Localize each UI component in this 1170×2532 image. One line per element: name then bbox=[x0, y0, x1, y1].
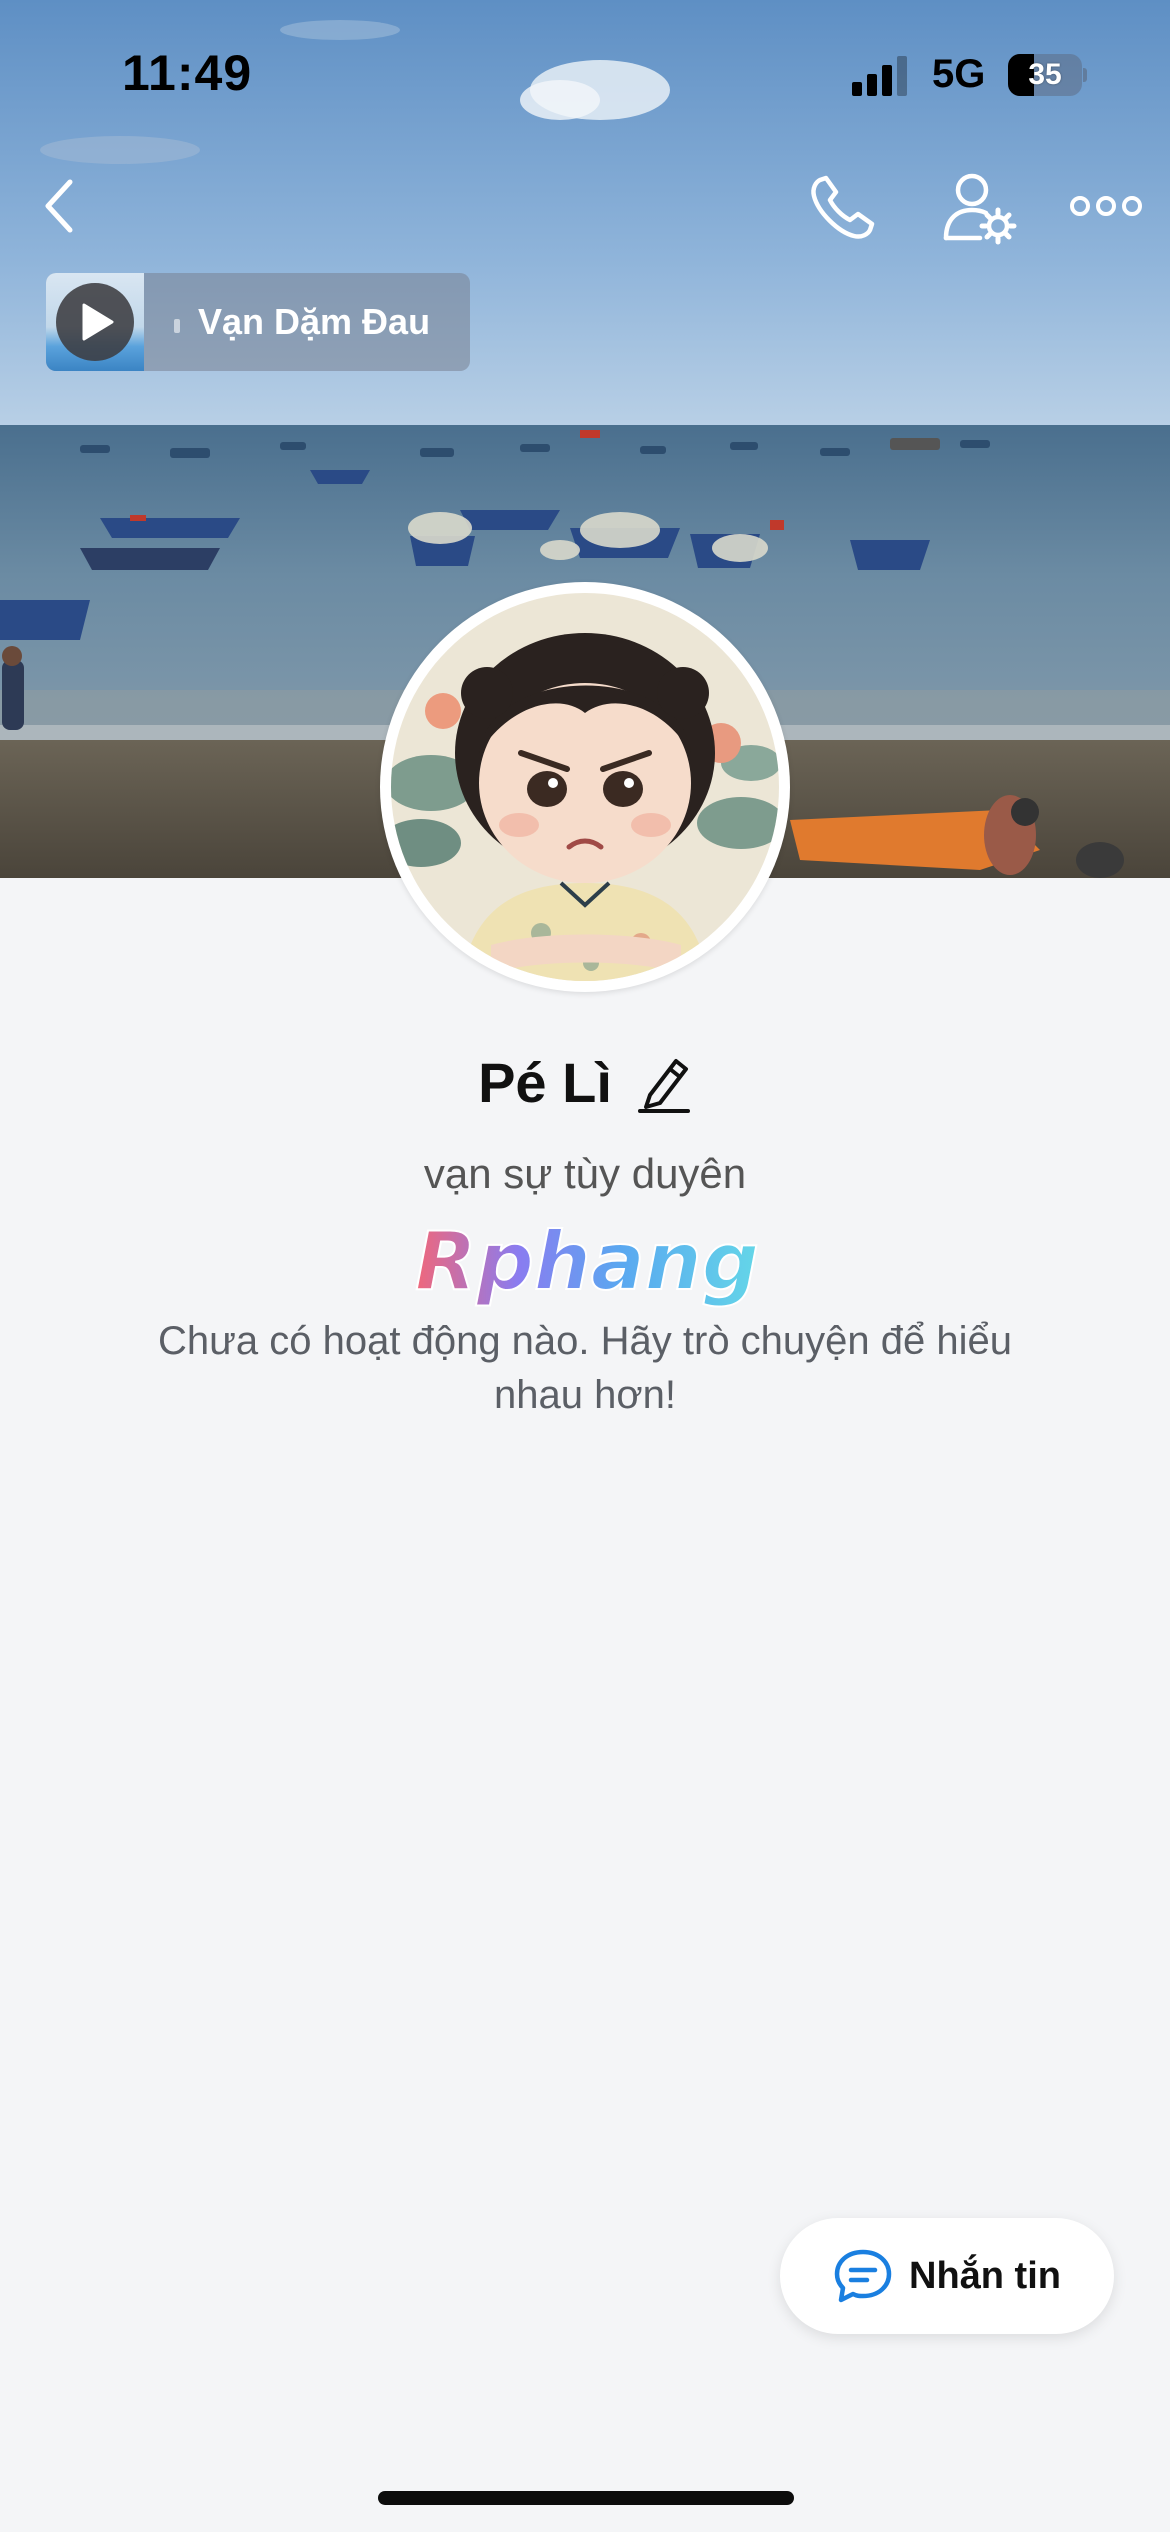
message-button[interactable]: Nhắn tin bbox=[780, 2218, 1114, 2334]
chat-bubble-icon bbox=[834, 2249, 892, 2303]
battery-icon: 35 bbox=[1008, 54, 1087, 96]
status-time: 11:49 bbox=[122, 45, 253, 101]
status-bar: 11:49 5G 35 bbox=[0, 0, 1170, 150]
watermark-logo: Rphang bbox=[414, 1215, 760, 1309]
audio-level-icon bbox=[174, 319, 180, 333]
home-indicator[interactable] bbox=[378, 2491, 794, 2505]
profile-bio: vạn sự tùy duyên bbox=[423, 1150, 747, 1197]
message-button-label: Nhắn tin bbox=[909, 2254, 1061, 2297]
battery-percent: 35 bbox=[1028, 58, 1062, 91]
user-gear-icon bbox=[943, 173, 1017, 245]
pencil-icon[interactable] bbox=[636, 1051, 692, 1113]
avatar[interactable] bbox=[380, 582, 790, 992]
back-button[interactable] bbox=[36, 176, 88, 236]
ellipsis-icon bbox=[1070, 196, 1142, 216]
chevron-left-icon bbox=[45, 179, 73, 233]
avatar-image bbox=[391, 593, 779, 981]
profile-name: Pé Lì bbox=[478, 1050, 612, 1114]
call-button[interactable] bbox=[806, 172, 878, 244]
network-label: 5G bbox=[932, 52, 986, 96]
cellular-signal-icon bbox=[852, 56, 907, 96]
profile-name-row: Pé Lì bbox=[0, 1042, 1170, 1122]
music-title: Vạn Dặm Đau bbox=[198, 301, 431, 342]
friend-settings-button[interactable] bbox=[940, 168, 1020, 248]
play-button[interactable] bbox=[56, 283, 134, 361]
play-icon bbox=[82, 303, 114, 341]
watermark-text: Rphang bbox=[415, 1215, 759, 1308]
phone-icon bbox=[811, 175, 875, 239]
more-button[interactable] bbox=[1068, 184, 1144, 228]
profile-music-chip[interactable]: Vạn Dặm Đau bbox=[46, 273, 470, 371]
empty-activity-message: Chưa có hoạt động nào. Hãy trò chuyện để… bbox=[157, 1319, 1013, 1417]
